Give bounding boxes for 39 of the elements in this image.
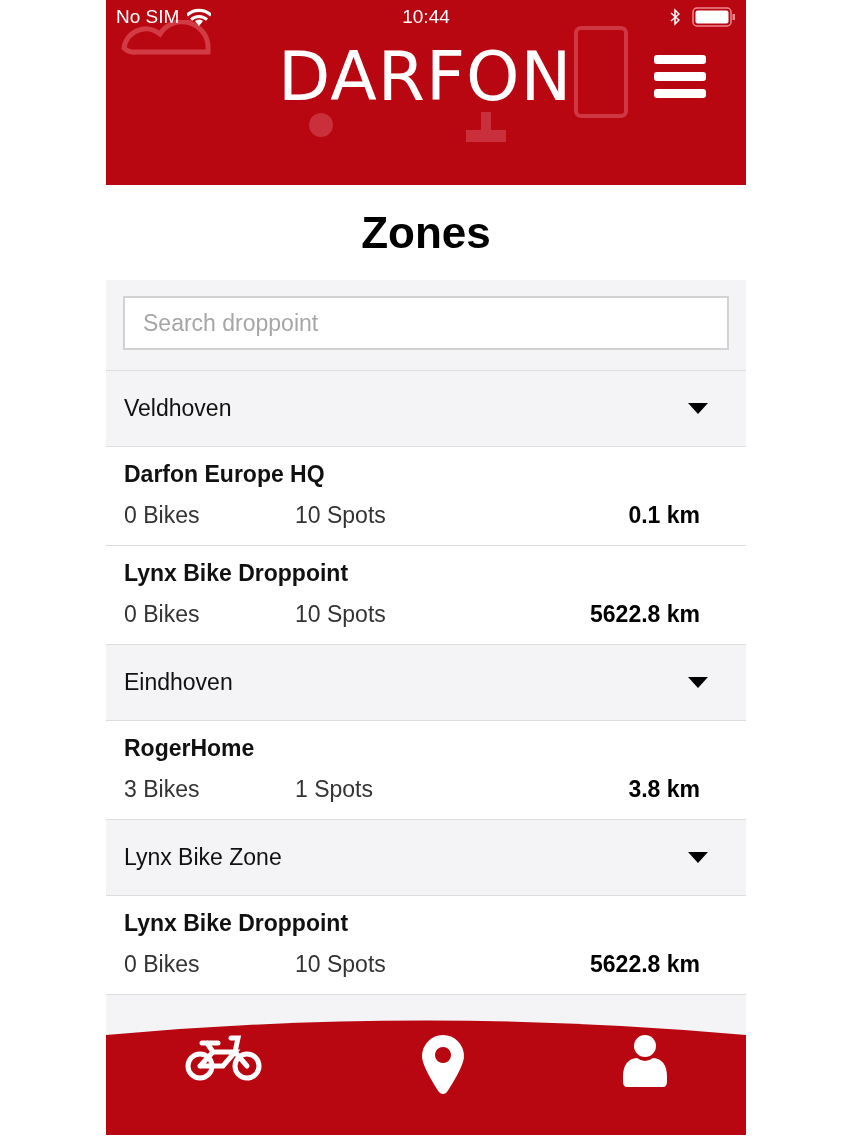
wifi-icon [187,8,212,26]
battery-icon [692,7,736,27]
spots-count: 10 Spots [295,601,386,628]
bluetooth-icon [670,8,680,26]
user-icon [622,1035,667,1087]
logo: DARFON [278,42,573,111]
spots-count: 10 Spots [295,951,386,978]
page-title: Zones [360,206,492,259]
search-field[interactable]: Search droppoint [123,296,729,350]
nav-tab[interactable] [185,1035,264,1081]
zone-header[interactable]: Veldhoven [106,371,746,447]
droppoint-name: Lynx Bike Droppoint [124,910,350,937]
distance-label: 3.8 km [628,776,700,803]
status-time: 10:44 [402,6,450,28]
droppoint-name: RogerHome [124,735,256,762]
bikes-count: 0 Bikes [124,601,201,628]
spots-count: 1 Spots [295,776,373,803]
zone-name: Lynx Bike Zone [124,844,282,871]
droppoint-row[interactable]: Darfon Europe HQ 0 Bikes 10 Spots 0.1 km [106,447,746,546]
zone-name: Veldhoven [124,395,232,422]
map-pin-icon [422,1035,464,1095]
zone-header[interactable]: Lynx Bike Zone [106,820,746,896]
zone-name: Eindhoven [124,669,233,696]
menu-icon [654,54,706,99]
nav-tab[interactable] [422,1035,464,1095]
droppoint-name: Lynx Bike Droppoint [124,560,350,587]
droppoint-name: Darfon Europe HQ [124,461,326,488]
bikes-count: 0 Bikes [124,502,201,529]
bicycle-icon [185,1035,264,1081]
bikes-count: 0 Bikes [124,951,201,978]
nav-tab[interactable] [622,1035,667,1087]
distance-label: 5622.8 km [590,951,700,978]
bikes-count: 3 Bikes [124,776,201,803]
carrier-label: No SIM [116,6,180,28]
distance-label: 0.1 km [628,502,700,529]
menu-button[interactable] [654,54,706,99]
zone-header[interactable]: Eindhoven [106,645,746,721]
distance-label: 5622.8 km [590,601,700,628]
spots-count: 10 Spots [295,502,386,529]
